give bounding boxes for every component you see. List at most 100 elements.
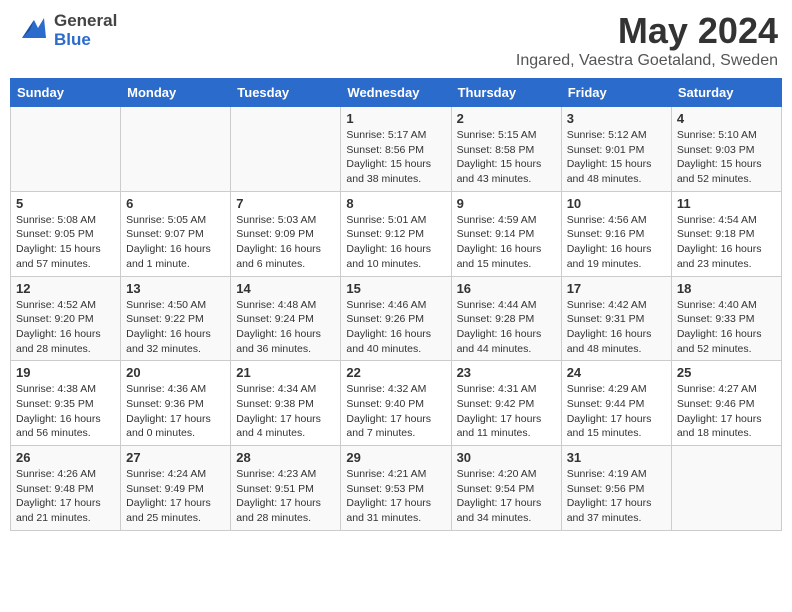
day-info: Sunrise: 4:21 AMSunset: 9:53 PMDaylight:…: [346, 467, 445, 526]
calendar-table: Sunday Monday Tuesday Wednesday Thursday…: [10, 78, 782, 531]
calendar-cell: 26 Sunrise: 4:26 AMSunset: 9:48 PMDayligh…: [11, 446, 121, 531]
day-info: Sunrise: 4:56 AMSunset: 9:16 PMDaylight:…: [567, 213, 666, 272]
calendar-cell: 24 Sunrise: 4:29 AMSunset: 9:44 PMDayligh…: [561, 361, 671, 446]
day-number: 14: [236, 281, 335, 296]
day-number: 25: [677, 365, 776, 380]
day-number: 26: [16, 450, 115, 465]
col-friday: Friday: [561, 79, 671, 107]
col-saturday: Saturday: [671, 79, 781, 107]
day-info: Sunrise: 4:48 AMSunset: 9:24 PMDaylight:…: [236, 298, 335, 357]
calendar-cell: 8 Sunrise: 5:01 AMSunset: 9:12 PMDaylight…: [341, 191, 451, 276]
day-info: Sunrise: 4:26 AMSunset: 9:48 PMDaylight:…: [16, 467, 115, 526]
day-info: Sunrise: 4:44 AMSunset: 9:28 PMDaylight:…: [457, 298, 556, 357]
day-number: 7: [236, 196, 335, 211]
col-wednesday: Wednesday: [341, 79, 451, 107]
day-number: 18: [677, 281, 776, 296]
page-header: General Blue May 2024 Ingared, Vaestra G…: [10, 10, 782, 70]
day-info: Sunrise: 5:03 AMSunset: 9:09 PMDaylight:…: [236, 213, 335, 272]
calendar-cell: 15 Sunrise: 4:46 AMSunset: 9:26 PMDayligh…: [341, 276, 451, 361]
day-info: Sunrise: 4:52 AMSunset: 9:20 PMDaylight:…: [16, 298, 115, 357]
title-area: May 2024 Ingared, Vaestra Goetaland, Swe…: [516, 10, 778, 70]
col-monday: Monday: [121, 79, 231, 107]
day-number: 2: [457, 111, 556, 126]
day-number: 10: [567, 196, 666, 211]
day-number: 9: [457, 196, 556, 211]
week-row-2: 5Sunrise: 5:08 AMSunset: 9:05 PMDaylight…: [11, 191, 782, 276]
col-sunday: Sunday: [11, 79, 121, 107]
day-number: 29: [346, 450, 445, 465]
day-number: 4: [677, 111, 776, 126]
week-row-5: 26 Sunrise: 4:26 AMSunset: 9:48 PMDayligh…: [11, 446, 782, 531]
day-info: Sunrise: 5:05 AMSunset: 9:07 PMDaylight:…: [126, 213, 225, 272]
calendar-cell: 29 Sunrise: 4:21 AMSunset: 9:53 PMDayligh…: [341, 446, 451, 531]
calendar-cell: [231, 107, 341, 192]
day-info: Sunrise: 4:40 AMSunset: 9:33 PMDaylight:…: [677, 298, 776, 357]
calendar-cell: 9 Sunrise: 4:59 AMSunset: 9:14 PMDaylight…: [451, 191, 561, 276]
day-number: 17: [567, 281, 666, 296]
calendar-cell: 30 Sunrise: 4:20 AMSunset: 9:54 PMDayligh…: [451, 446, 561, 531]
day-info: Sunrise: 4:24 AMSunset: 9:49 PMDaylight:…: [126, 467, 225, 526]
day-info: Sunrise: 5:01 AMSunset: 9:12 PMDaylight:…: [346, 213, 445, 272]
logo: General Blue: [14, 10, 117, 51]
day-info: Sunrise: 5:10 AMSunset: 9:03 PMDaylight:…: [677, 128, 776, 187]
day-number: 27: [126, 450, 225, 465]
day-info: Sunrise: 5:15 AMSunset: 8:58 PMDaylight:…: [457, 128, 556, 187]
day-info: Sunrise: 4:32 AMSunset: 9:40 PMDaylight:…: [346, 382, 445, 441]
day-number: 31: [567, 450, 666, 465]
calendar-cell: 5Sunrise: 5:08 AMSunset: 9:05 PMDaylight…: [11, 191, 121, 276]
day-number: 12: [16, 281, 115, 296]
calendar-cell: 20 Sunrise: 4:36 AMSunset: 9:36 PMDayligh…: [121, 361, 231, 446]
day-number: 3: [567, 111, 666, 126]
day-info: Sunrise: 4:50 AMSunset: 9:22 PMDaylight:…: [126, 298, 225, 357]
day-info: Sunrise: 4:42 AMSunset: 9:31 PMDaylight:…: [567, 298, 666, 357]
day-number: 21: [236, 365, 335, 380]
day-number: 28: [236, 450, 335, 465]
calendar-cell: 18 Sunrise: 4:40 AMSunset: 9:33 PMDayligh…: [671, 276, 781, 361]
calendar-cell: 6Sunrise: 5:05 AMSunset: 9:07 PMDaylight…: [121, 191, 231, 276]
day-number: 13: [126, 281, 225, 296]
day-number: 8: [346, 196, 445, 211]
day-info: Sunrise: 4:20 AMSunset: 9:54 PMDaylight:…: [457, 467, 556, 526]
day-info: Sunrise: 5:12 AMSunset: 9:01 PMDaylight:…: [567, 128, 666, 187]
month-title: May 2024: [516, 10, 778, 52]
day-info: Sunrise: 4:27 AMSunset: 9:46 PMDaylight:…: [677, 382, 776, 441]
week-row-1: 1Sunrise: 5:17 AMSunset: 8:56 PMDaylight…: [11, 107, 782, 192]
calendar-cell: [11, 107, 121, 192]
calendar-cell: 25 Sunrise: 4:27 AMSunset: 9:46 PMDayligh…: [671, 361, 781, 446]
day-info: Sunrise: 4:46 AMSunset: 9:26 PMDaylight:…: [346, 298, 445, 357]
day-info: Sunrise: 4:19 AMSunset: 9:56 PMDaylight:…: [567, 467, 666, 526]
calendar-cell: 3 Sunrise: 5:12 AMSunset: 9:01 PMDaylight…: [561, 107, 671, 192]
day-info: Sunrise: 4:38 AMSunset: 9:35 PMDaylight:…: [16, 382, 115, 441]
day-number: 20: [126, 365, 225, 380]
day-number: 16: [457, 281, 556, 296]
col-thursday: Thursday: [451, 79, 561, 107]
calendar-cell: 22Sunrise: 4:32 AMSunset: 9:40 PMDayligh…: [341, 361, 451, 446]
day-number: 5: [16, 196, 115, 211]
day-info: Sunrise: 4:59 AMSunset: 9:14 PMDaylight:…: [457, 213, 556, 272]
calendar-cell: 27 Sunrise: 4:24 AMSunset: 9:49 PMDayligh…: [121, 446, 231, 531]
logo-blue-text: Blue: [54, 31, 117, 50]
location-subtitle: Ingared, Vaestra Goetaland, Sweden: [516, 52, 778, 70]
day-number: 24: [567, 365, 666, 380]
day-info: Sunrise: 5:17 AMSunset: 8:56 PMDaylight:…: [346, 128, 445, 187]
day-number: 19: [16, 365, 115, 380]
calendar-cell: 10 Sunrise: 4:56 AMSunset: 9:16 PMDayligh…: [561, 191, 671, 276]
col-tuesday: Tuesday: [231, 79, 341, 107]
calendar-cell: [671, 446, 781, 531]
day-info: Sunrise: 4:34 AMSunset: 9:38 PMDaylight:…: [236, 382, 335, 441]
calendar-cell: 17 Sunrise: 4:42 AMSunset: 9:31 PMDayligh…: [561, 276, 671, 361]
logo-name: General Blue: [54, 12, 117, 49]
day-number: 30: [457, 450, 556, 465]
calendar-cell: 23 Sunrise: 4:31 AMSunset: 9:42 PMDayligh…: [451, 361, 561, 446]
calendar-cell: 14 Sunrise: 4:48 AMSunset: 9:24 PMDayligh…: [231, 276, 341, 361]
day-info: Sunrise: 4:54 AMSunset: 9:18 PMDaylight:…: [677, 213, 776, 272]
day-number: 15: [346, 281, 445, 296]
calendar-header-row: Sunday Monday Tuesday Wednesday Thursday…: [11, 79, 782, 107]
calendar-cell: 13 Sunrise: 4:50 AMSunset: 9:22 PMDayligh…: [121, 276, 231, 361]
day-number: 23: [457, 365, 556, 380]
day-info: Sunrise: 4:31 AMSunset: 9:42 PMDaylight:…: [457, 382, 556, 441]
calendar-cell: 1Sunrise: 5:17 AMSunset: 8:56 PMDaylight…: [341, 107, 451, 192]
day-info: Sunrise: 4:29 AMSunset: 9:44 PMDaylight:…: [567, 382, 666, 441]
calendar-cell: 2 Sunrise: 5:15 AMSunset: 8:58 PMDaylight…: [451, 107, 561, 192]
day-info: Sunrise: 4:36 AMSunset: 9:36 PMDaylight:…: [126, 382, 225, 441]
